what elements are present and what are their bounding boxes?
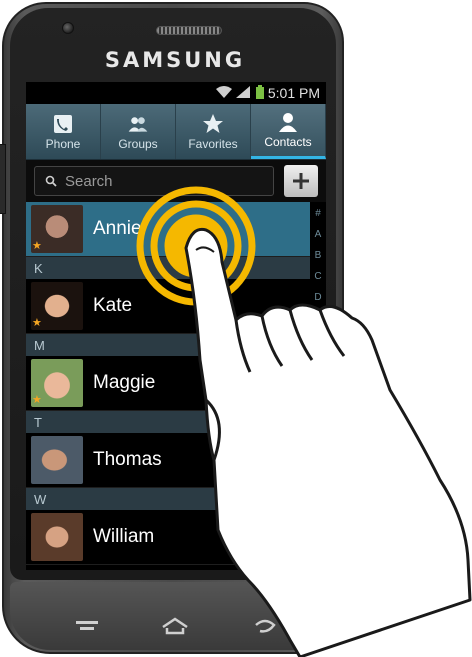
tab-contacts[interactable]: Contacts (251, 104, 326, 159)
tab-phone[interactable]: Phone (26, 104, 101, 159)
tab-label: Contacts (264, 135, 312, 149)
earpiece-speaker (156, 26, 222, 35)
tab-label: Favorites (188, 136, 238, 151)
favorite-star-icon: ★ (32, 394, 42, 406)
avatar: ★ (31, 205, 83, 253)
tab-label: Phone (45, 136, 81, 151)
front-camera-icon (62, 22, 74, 34)
search-row: Search (26, 160, 326, 202)
index-letter[interactable]: C (314, 271, 321, 282)
avatar (31, 513, 83, 561)
index-letter[interactable]: B (315, 250, 322, 261)
avatar: ★ (31, 359, 83, 407)
index-letter[interactable]: # (315, 208, 321, 219)
section-header: T (26, 411, 310, 433)
contact-name: Annie (93, 218, 142, 239)
person-icon (279, 113, 297, 132)
avatar: ★ (31, 282, 83, 330)
contact-row-kate[interactable]: ★ Kate (26, 279, 310, 334)
signal-icon (235, 85, 252, 101)
battery-icon (255, 84, 264, 102)
groups-icon (128, 116, 148, 132)
contact-row-annie[interactable]: ★ Annie (26, 202, 310, 257)
avatar (31, 436, 83, 484)
section-header: M (26, 334, 310, 356)
plus-icon (293, 173, 309, 189)
tab-label: Groups (118, 136, 158, 151)
star-icon (203, 113, 223, 133)
contact-list[interactable]: # A B C D E F ★ Annie K ★ Kate M ★ Maggi… (26, 202, 326, 570)
back-key-icon[interactable] (248, 614, 282, 638)
index-letter[interactable]: D (314, 292, 321, 303)
status-time: 5:01 PM (267, 85, 320, 101)
home-key-icon[interactable] (158, 614, 192, 638)
contact-row-maggie[interactable]: ★ Maggie (26, 356, 310, 411)
contact-name: William (93, 526, 155, 547)
search-input[interactable]: Search (34, 166, 274, 196)
menu-key-icon[interactable] (70, 614, 104, 638)
brand-logo: SAMSUNG (104, 48, 246, 72)
search-icon (45, 175, 57, 187)
tab-favorites[interactable]: Favorites (176, 104, 251, 159)
contact-row-thomas[interactable]: Thomas (26, 433, 310, 488)
section-header: K (26, 257, 310, 279)
section-header: W (26, 488, 310, 510)
index-letter[interactable]: E (315, 313, 322, 324)
phone-screen: 5:01 PM Phone Groups Favorites Contacts … (26, 82, 326, 570)
add-contact-button[interactable] (284, 165, 318, 197)
wifi-icon (215, 85, 232, 101)
volume-key (0, 144, 6, 214)
tab-bar: Phone Groups Favorites Contacts (26, 104, 326, 160)
index-letter[interactable]: A (315, 229, 322, 240)
status-bar: 5:01 PM (26, 82, 326, 104)
favorite-star-icon: ★ (32, 240, 42, 252)
contact-name: Thomas (93, 449, 162, 470)
search-placeholder: Search (65, 172, 113, 190)
alphabet-index-bar[interactable]: # A B C D E F (310, 202, 326, 570)
favorite-star-icon: ★ (32, 317, 42, 329)
contact-row-william[interactable]: William (26, 510, 310, 565)
contact-name: Kate (93, 295, 133, 316)
tab-groups[interactable]: Groups (101, 104, 176, 159)
index-letter[interactable]: F (315, 334, 321, 345)
phone-icon (54, 114, 72, 133)
contact-name: Maggie (93, 372, 156, 393)
